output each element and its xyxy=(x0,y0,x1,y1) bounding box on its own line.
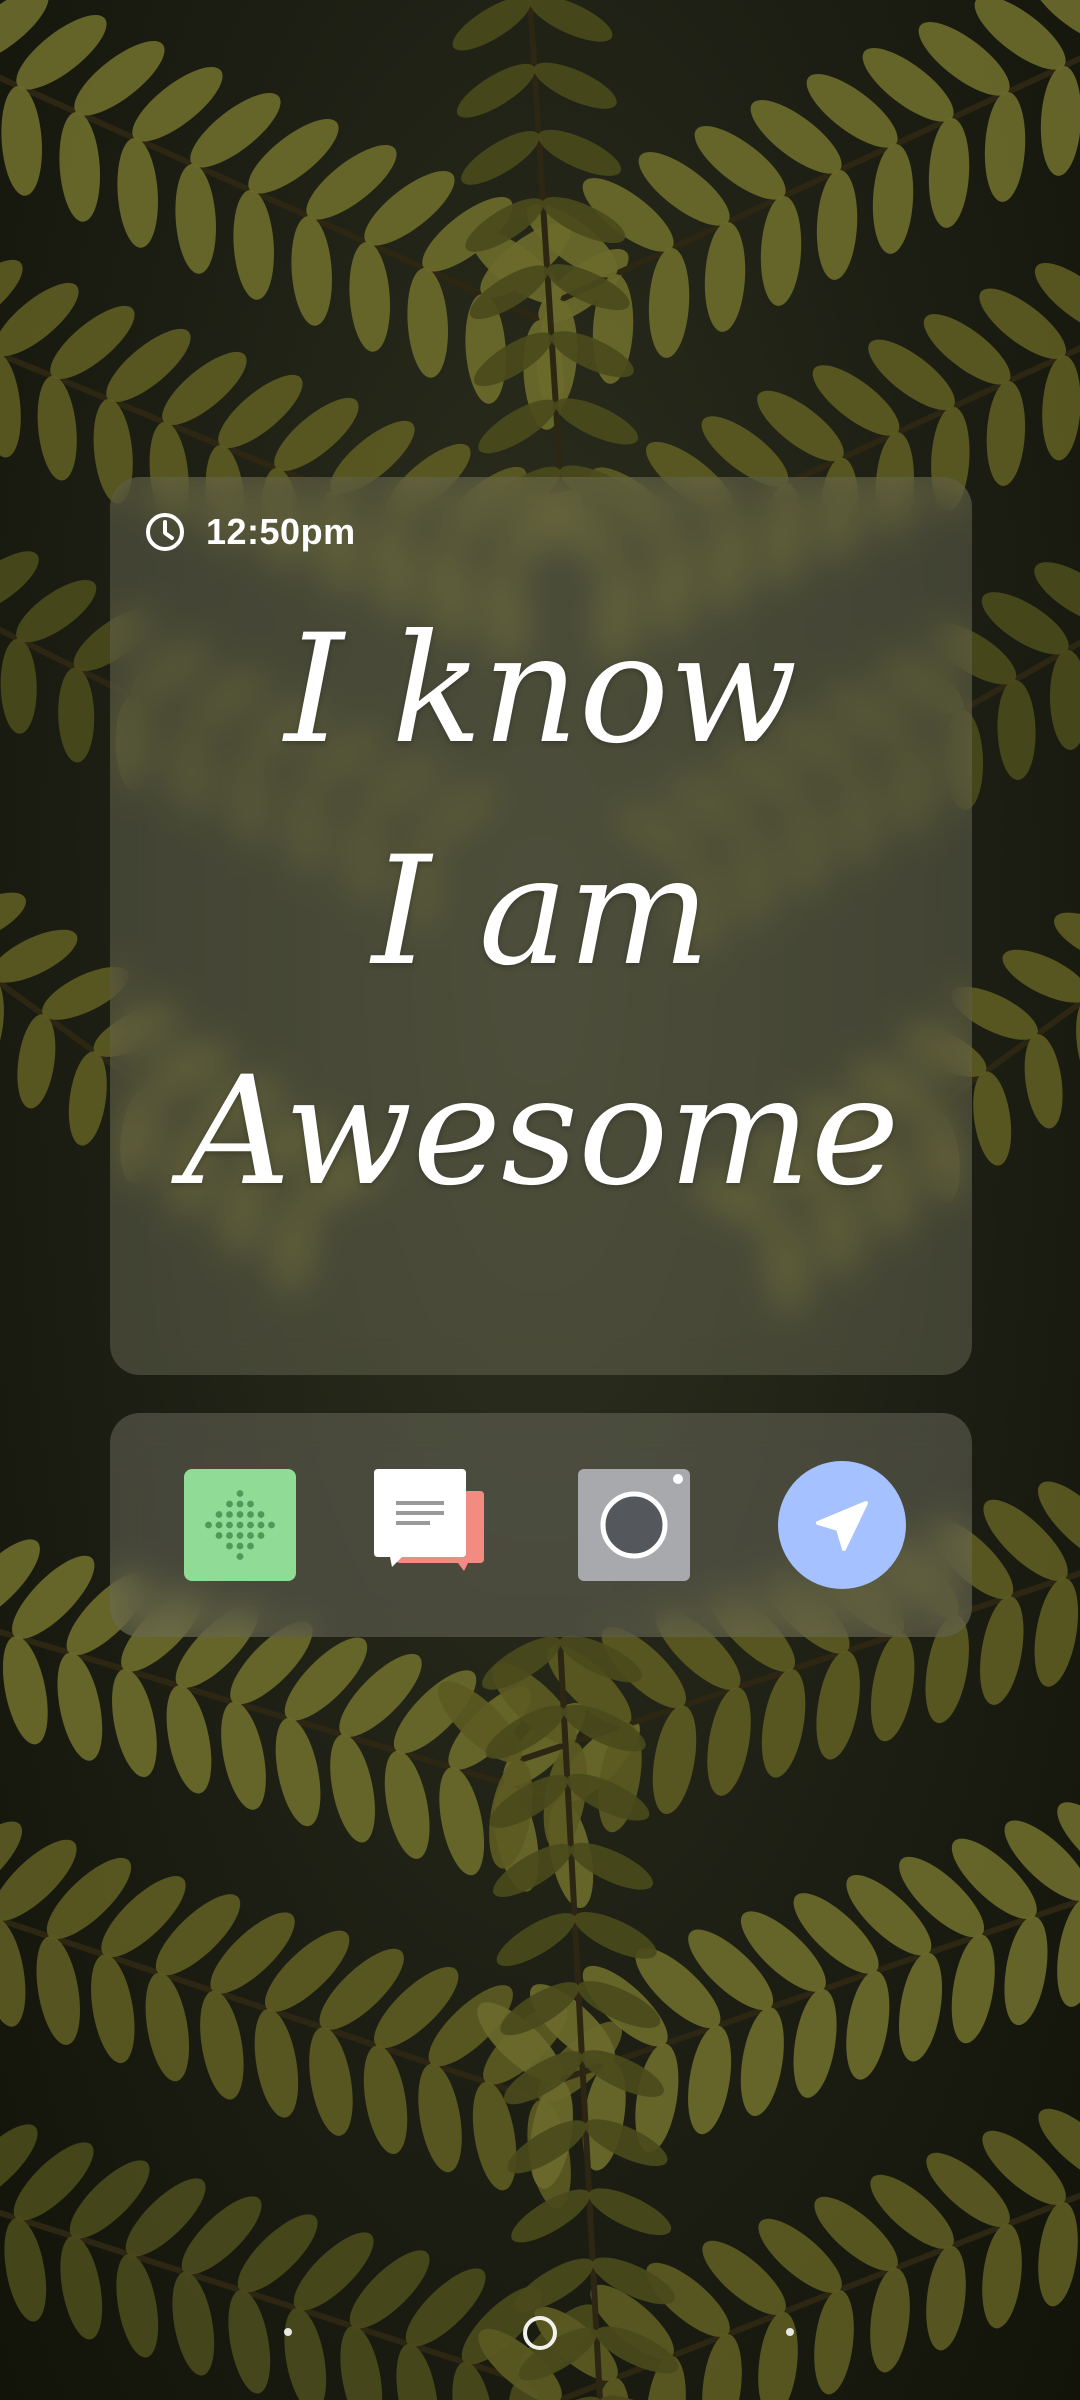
recents-dot-icon[interactable] xyxy=(284,2328,292,2336)
navigation-bar xyxy=(0,2300,1080,2400)
quote-widget[interactable]: 12:50pm I know I am Awesome xyxy=(110,477,972,1375)
quote-line-3: Awesome xyxy=(182,1045,900,1219)
clock-icon xyxy=(146,513,184,551)
quote-line-1: I know xyxy=(284,603,798,777)
quote-line-2: I am xyxy=(371,825,711,999)
chat-notes-app-icon xyxy=(374,1469,484,1571)
time-label: 12:50pm xyxy=(206,511,356,552)
home-circle-icon[interactable] xyxy=(523,2316,557,2350)
navigation-app[interactable] xyxy=(772,1413,912,1637)
chat-notes-app[interactable] xyxy=(360,1413,500,1637)
time-row: 12:50pm xyxy=(144,507,356,557)
dot-grid-app[interactable] xyxy=(170,1413,310,1637)
back-dot-icon[interactable] xyxy=(786,2328,794,2336)
dot-grid-app-icon xyxy=(184,1469,296,1581)
camera-app-icon xyxy=(578,1469,690,1581)
app-dock xyxy=(110,1413,972,1637)
camera-app[interactable] xyxy=(564,1413,704,1637)
navigation-app-icon xyxy=(778,1461,906,1589)
